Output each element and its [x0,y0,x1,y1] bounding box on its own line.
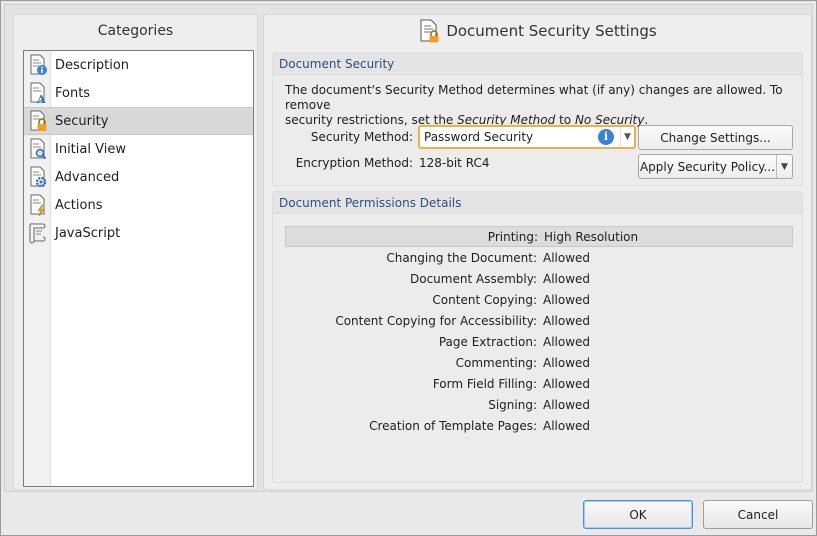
permission-row: Form Field Filling: Allowed [285,373,793,394]
category-item-javascript[interactable]: JavaScript [24,219,253,247]
settings-panel: Document Security Settings Document Secu… [263,14,812,490]
apply-security-policy-button[interactable]: Apply Security Policy... ▼ [638,154,793,179]
permissions-group: Document Permissions Details Printing: H… [272,191,803,483]
permission-row: Commenting: Allowed [285,352,793,373]
category-label: Initial View [55,141,126,157]
encryption-method-label: Encryption Method: [295,156,413,170]
permission-key: Form Field Filling: [432,376,537,391]
permission-value: Allowed [543,334,591,349]
permission-key: Page Extraction: [438,334,537,349]
chevron-down-icon[interactable]: ▼ [620,127,634,147]
page-font-icon: A [24,79,51,107]
permission-row: Changing the Document: Allowed [285,247,793,268]
chevron-down-icon[interactable]: ▼ [776,155,792,178]
category-item-description[interactable]: Description [24,51,253,79]
permission-key: Signing: [488,397,537,412]
dialog-window: Categories Description A Fonts Security … [0,0,817,536]
permission-row: Content Copying: Allowed [285,289,793,310]
security-description: The document's Security Method determine… [285,83,795,128]
settings-title: Document Security Settings [446,22,657,40]
category-label: Description [55,57,130,73]
security-method-label: Security Method: [310,130,413,144]
permission-row: Content Copying for Accessibility: Allow… [285,310,793,331]
page-magnifier-icon [24,135,51,163]
categories-title: Categories [97,23,174,39]
permission-row: Signing: Allowed [285,394,793,415]
permission-key: Document Assembly: [410,271,537,286]
page-gear-icon [24,163,51,191]
document-lock-icon [418,19,440,43]
permission-value: Allowed [543,397,591,412]
category-label: JavaScript [55,225,121,241]
dialog-frame: Categories Description A Fonts Security … [4,4,813,492]
permission-key: Creation of Template Pages: [369,418,537,433]
security-method-value: Password Security [424,130,534,144]
security-description-line1: The document's Security Method determine… [285,83,783,112]
permission-key: Content Copying for Accessibility: [335,313,537,328]
permission-row: Printing: High Resolution [285,226,793,247]
permission-value: Allowed [543,271,591,286]
categories-list: Description A Fonts Security Initial Vie… [23,50,254,487]
category-item-security[interactable]: Security [24,107,253,135]
ok-button[interactable]: OK [583,500,693,529]
document-security-group: Document Security The document's Securit… [272,52,803,186]
permission-key: Content Copying: [432,292,537,307]
category-label: Advanced [55,169,120,185]
permission-row: Page Extraction: Allowed [285,331,793,352]
permission-key: Commenting: [455,355,537,370]
category-item-initial-view[interactable]: Initial View [24,135,253,163]
permissions-header: Document Permissions Details [273,192,802,214]
page-lock-icon [24,107,51,135]
permission-value: Allowed [543,313,591,328]
svg-text:A: A [36,93,46,104]
cancel-button[interactable]: Cancel [703,500,813,529]
settings-header: Document Security Settings [264,15,811,47]
permission-value: Allowed [543,418,591,433]
permission-value: Allowed [543,250,591,265]
permission-key: Printing: [487,229,538,244]
permission-key: Changing the Document: [386,250,537,265]
page-info-icon [24,51,51,79]
category-item-actions[interactable]: Actions [24,191,253,219]
category-item-fonts[interactable]: A Fonts [24,79,253,107]
info-icon[interactable]: i [598,129,614,145]
encryption-method-value: 128-bit RC4 [419,156,490,170]
category-label: Fonts [55,85,91,101]
permission-value: High Resolution [544,229,639,244]
category-item-advanced[interactable]: Advanced [24,163,253,191]
page-lightning-icon [24,191,51,219]
scroll-script-icon [24,219,51,247]
category-label: Actions [55,197,103,213]
permission-row: Creation of Template Pages: Allowed [285,415,793,436]
security-method-select[interactable]: Password Security i ▼ [418,125,636,149]
permission-value: Allowed [543,355,591,370]
permission-value: Allowed [543,292,591,307]
document-security-header: Document Security [273,53,802,75]
permission-value: Allowed [543,376,591,391]
categories-panel: Categories Description A Fonts Security … [13,14,258,490]
category-label: Security [55,113,109,129]
change-settings-button[interactable]: Change Settings... [638,125,793,150]
permission-row: Document Assembly: Allowed [285,268,793,289]
